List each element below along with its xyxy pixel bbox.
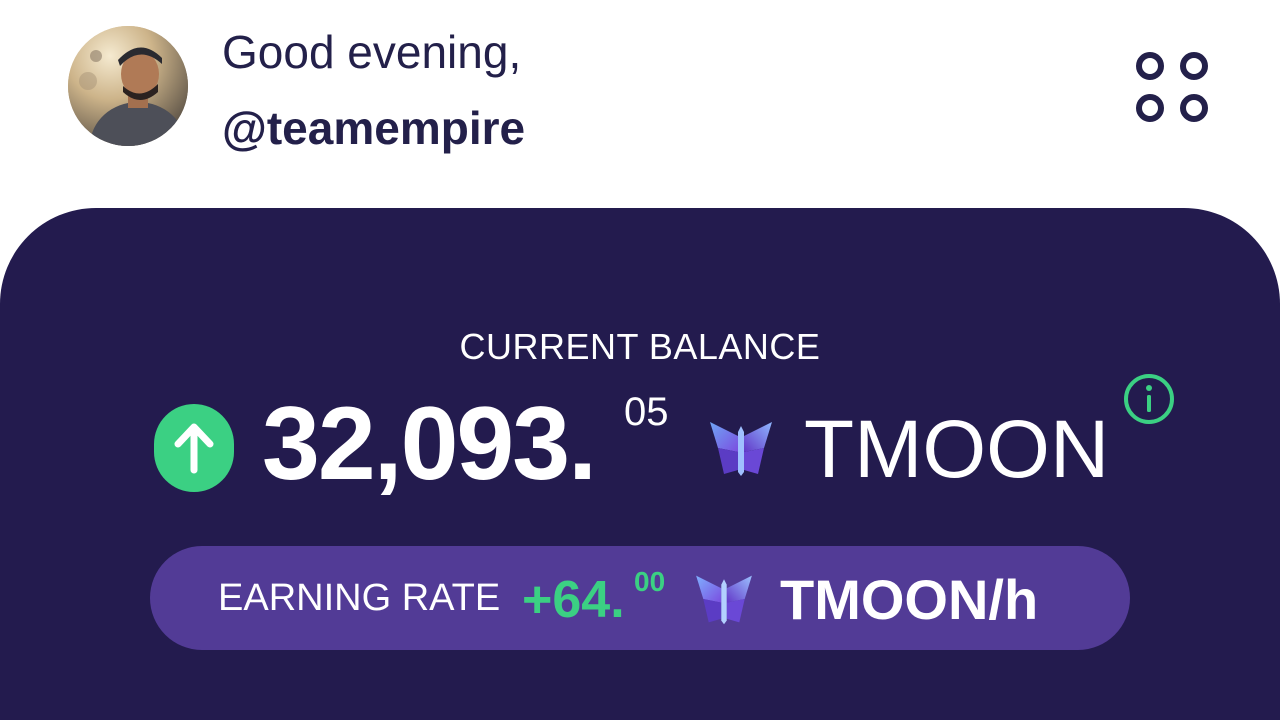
currency-label: TMOON	[804, 404, 1110, 495]
butterfly-token-icon	[708, 418, 774, 478]
earning-rate-pill: EARNING RATE +64. 00 TMOON/h	[150, 546, 1130, 650]
username: @teamempire	[222, 102, 526, 154]
four-circles-menu-icon	[1136, 52, 1208, 122]
current-balance-label: CURRENT BALANCE	[459, 326, 821, 367]
butterfly-token-icon	[694, 572, 754, 626]
earning-rate-label: EARNING RATE	[218, 577, 501, 619]
balance-amount: 32,093.	[262, 386, 597, 502]
menu-button[interactable]	[1130, 46, 1214, 130]
home-screen: Good evening, @teamempire CURRENT BALANC…	[0, 0, 1280, 720]
avatar-photo-icon	[68, 26, 188, 146]
balance-decimals: 05	[624, 390, 669, 434]
arrow-up-icon	[154, 404, 234, 492]
info-icon[interactable]	[1122, 372, 1176, 426]
balance-card: CURRENT BALANCE 32,093. 05 TMOON EARNING…	[0, 208, 1280, 720]
user-avatar[interactable]	[68, 26, 188, 146]
earning-rate-decimals: 00	[634, 566, 666, 597]
earning-rate-amount: +64.	[522, 571, 625, 629]
earning-rate-unit: TMOON/h	[780, 568, 1039, 631]
greeting-text: Good evening,	[222, 26, 522, 78]
